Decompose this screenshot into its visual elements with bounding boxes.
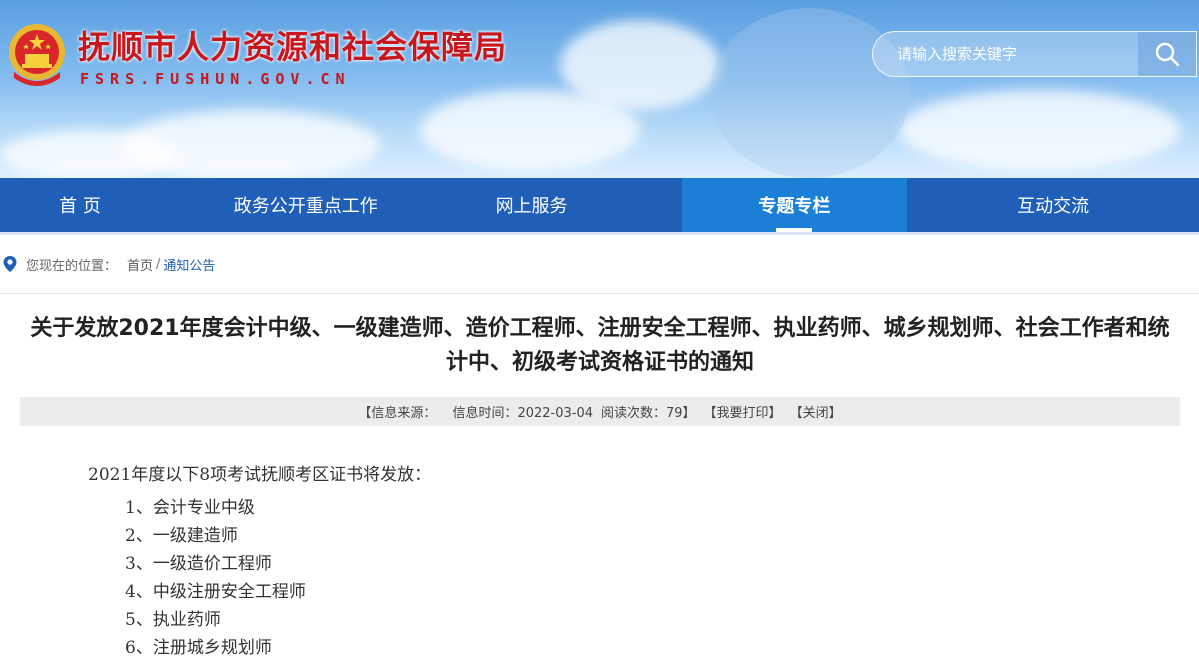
certificate-list: 1、会计专业中级 2、一级建造师 3、一级造价工程师 4、中级注册安全工程师 5…: [88, 494, 1088, 662]
search-input[interactable]: [873, 32, 1139, 76]
location-pin-icon: [3, 256, 17, 272]
search-button[interactable]: [1138, 32, 1196, 76]
cloud-decoration: [560, 20, 720, 110]
list-item: 4、中级注册安全工程师: [125, 582, 306, 602]
list-item: 6、注册城乡规划师: [125, 638, 272, 658]
cloud-decoration: [900, 90, 1180, 170]
meta-views: 阅读次数：79】: [601, 406, 696, 421]
breadcrumb-divider: [0, 293, 1199, 294]
nav-item-gov-affairs[interactable]: 政务公开重点工作: [160, 178, 452, 232]
breadcrumb-prefix: 您现在的位置：: [26, 258, 118, 274]
breadcrumb-current-link[interactable]: 通知公告: [163, 255, 215, 274]
breadcrumb-home-link[interactable]: 首页: [127, 255, 153, 274]
header-banner: 抚顺市人力资源和社会保障局 FSRS.FUSHUN.GOV.CN: [0, 0, 1199, 178]
list-item: 3、一级造价工程师: [125, 554, 272, 574]
national-emblem-icon: [6, 20, 68, 90]
cloud-decoration: [0, 130, 180, 178]
article-intro: 2021年度以下8项考试抚顺考区证书将发放：: [88, 465, 432, 485]
list-item: 5、执业药师: [125, 610, 221, 630]
article-meta-bar: 【信息来源： 信息时间：2022-03-04 阅读次数：79】 【我要打印】 【…: [20, 397, 1180, 426]
meta-source: 【信息来源：: [358, 406, 437, 421]
list-item: 2、一级建造师: [125, 526, 238, 546]
article-title: 关于发放2021年度会计中级、一级建造师、造价工程师、注册安全工程师、执业药师、…: [30, 316, 1170, 375]
close-link[interactable]: 【关闭】: [790, 402, 842, 421]
list-item: 1、会计专业中级: [125, 498, 255, 518]
site-domain: FSRS.FUSHUN.GOV.CN: [80, 70, 351, 88]
nav-item-interaction[interactable]: 互动交流: [907, 178, 1199, 232]
search-icon: [1155, 42, 1180, 67]
breadcrumb-separator: /: [156, 256, 161, 272]
nav-item-home[interactable]: 首 页: [0, 178, 160, 232]
nav-item-online-services[interactable]: 网上服务: [452, 178, 612, 232]
print-link[interactable]: 【我要打印】: [704, 402, 782, 421]
main-nav: 首 页 政务公开重点工作 网上服务 专题专栏 互动交流: [0, 178, 1199, 232]
site-title: 抚顺市人力资源和社会保障局: [78, 28, 508, 66]
breadcrumb: 您现在的位置： 首页 / 通知公告: [0, 249, 215, 279]
article-content: 2021年度以下8项考试抚顺考区证书将发放： 1、会计专业中级 2、一级建造师 …: [88, 460, 1088, 662]
nav-underline: [0, 232, 1199, 235]
search-box: [872, 31, 1197, 77]
nav-item-special-topics[interactable]: 专题专栏: [681, 178, 908, 232]
meta-time: 信息时间：2022-03-04: [452, 406, 593, 421]
